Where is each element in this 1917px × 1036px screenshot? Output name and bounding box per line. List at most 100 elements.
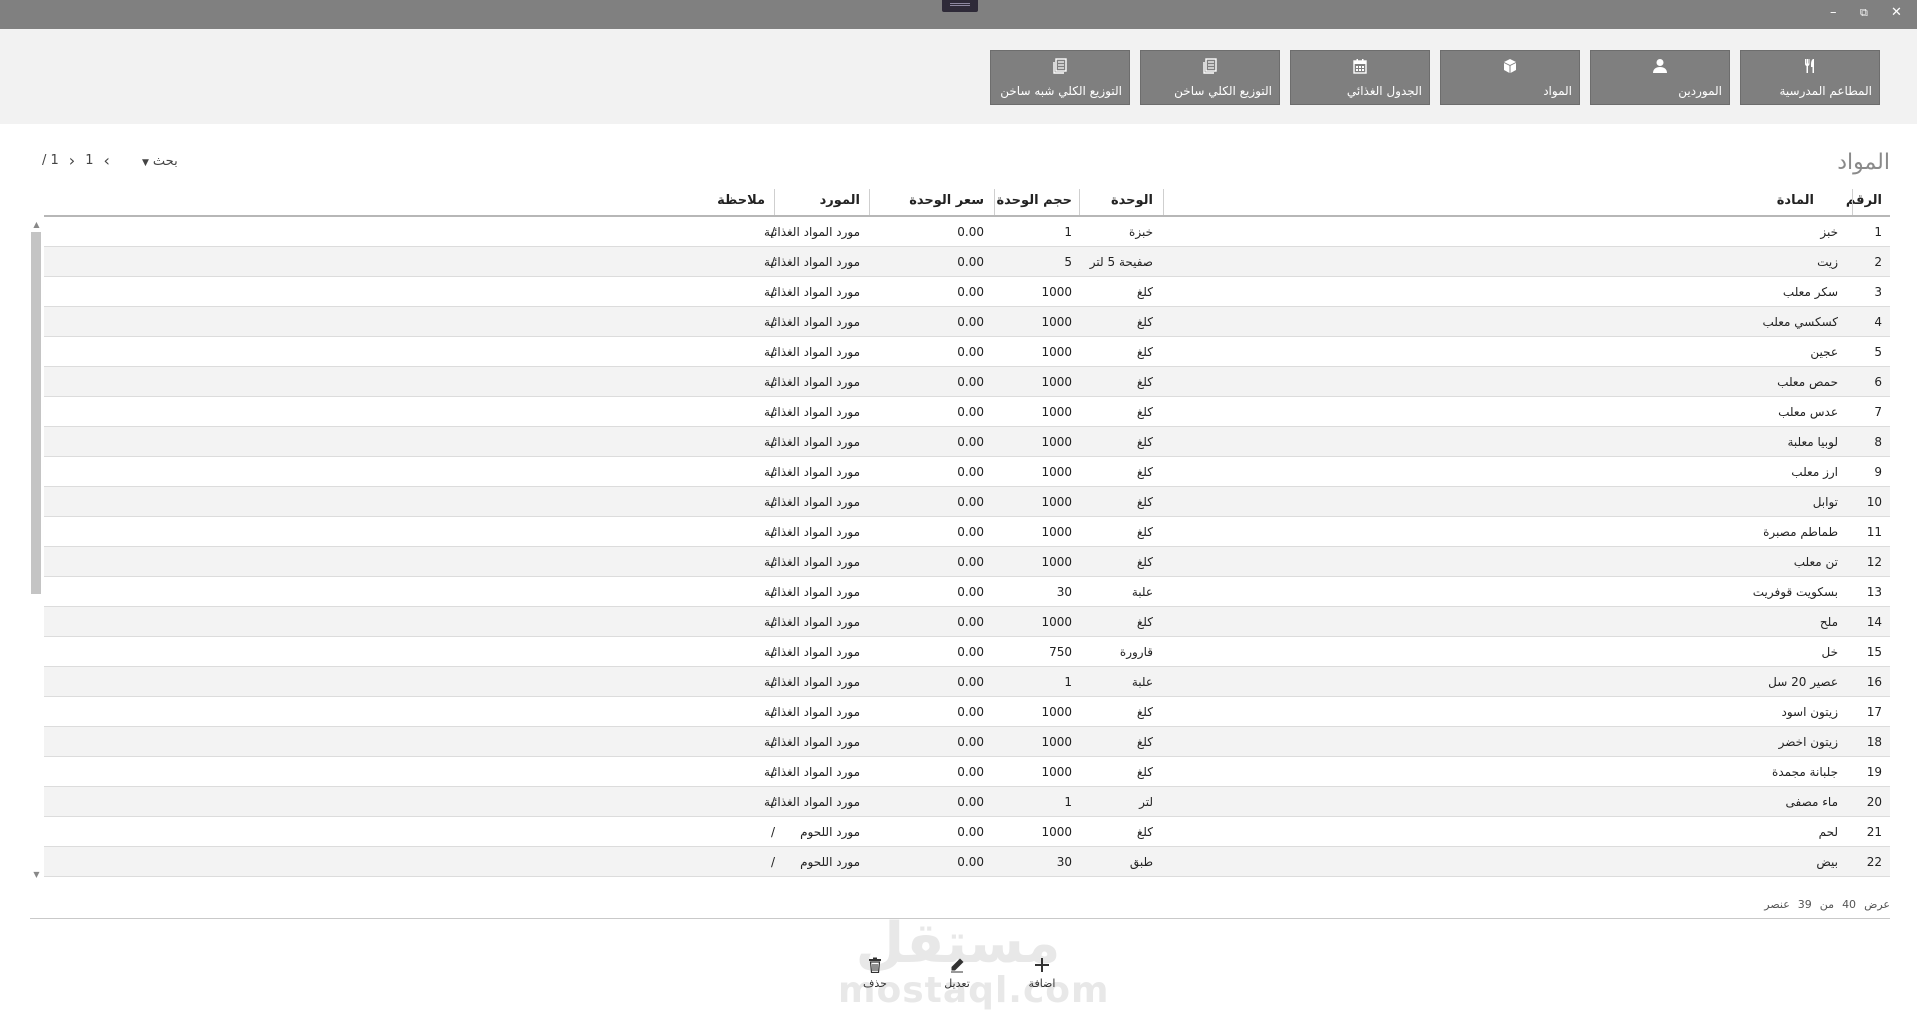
table-row[interactable]: 20 ماء مصفى لتر 1 0.00 مورد المواد الغذائية / [44, 787, 1890, 817]
box-icon [1441, 58, 1579, 76]
cell-unit-size: 1000 [1041, 375, 1072, 389]
table-row[interactable]: 2 زيت صفيحة 5 لتر 5 0.00 مورد المواد الغذائية… [44, 247, 1890, 277]
cell-unit-size: 1000 [1041, 465, 1072, 479]
edit-button[interactable]: تعديل [927, 957, 987, 990]
column-divider[interactable] [1163, 189, 1164, 215]
cell-unit-price: 0.00 [957, 645, 984, 659]
materials-button[interactable]: المواد [1440, 50, 1580, 105]
cell-unit: كلغ [1136, 525, 1153, 539]
cell-supplier: مورد المواد الغذائية [763, 525, 860, 539]
prev-page-icon[interactable]: ‹ [103, 152, 109, 168]
table-row[interactable]: 15 خل قارورة 750 0.00 مورد المواد الغذائية / [44, 637, 1890, 667]
cell-unit-price: 0.00 [957, 765, 984, 779]
cell-unit-price: 0.00 [957, 855, 984, 869]
cell-supplier: مورد المواد الغذائية [763, 555, 860, 569]
table-row[interactable]: 1 خبز خبزة 1 0.00 مورد المواد الغذائية / [44, 217, 1890, 247]
suppliers-button[interactable]: الموردين [1590, 50, 1730, 105]
table-row[interactable]: 12 تن معلب كلغ 1000 0.00 مورد المواد الغذائية… [44, 547, 1890, 577]
restore-button[interactable]: ⧉ [1860, 5, 1868, 21]
table-row[interactable]: 18 زيتون اخضر كلغ 1000 0.00 مورد المواد الغذا… [44, 727, 1890, 757]
table-row[interactable]: 21 لحم كلغ 1000 0.00 مورد اللحوم / [44, 817, 1890, 847]
column-divider[interactable] [869, 189, 870, 215]
table-row[interactable]: 17 زيتون اسود كلغ 1000 0.00 مورد المواد الغذا… [44, 697, 1890, 727]
cell-note: / [770, 375, 775, 389]
cell-material: عجين [1810, 345, 1838, 359]
cell-material: لوبيا معلبة [1787, 435, 1838, 449]
toolbar-button-label: التوزيع الكلي شبه ساخن [1000, 84, 1122, 98]
cell-material: توابل [1812, 495, 1838, 509]
drag-handle[interactable] [942, 0, 978, 12]
add-label: اضافة [1028, 977, 1056, 990]
cell-number: 21 [1866, 825, 1882, 839]
cell-note: / [770, 855, 775, 869]
cell-unit: كلغ [1136, 495, 1153, 509]
table-row[interactable]: 7 عدس معلب كلغ 1000 0.00 مورد المواد الغذائية… [44, 397, 1890, 427]
food-schedule-button[interactable]: الجدول الغذائي [1290, 50, 1430, 105]
table-row[interactable]: 14 ملح كلغ 1000 0.00 مورد المواد الغذائية / [44, 607, 1890, 637]
window-title-bar: – ⧉ ✕ [0, 0, 1917, 29]
table-row[interactable]: 13 بسكويت قوفريت علبة 30 0.00 مورد المواد الغ… [44, 577, 1890, 607]
cell-material: زيت [1817, 255, 1838, 269]
table-row[interactable]: 6 حمص معلب كلغ 1000 0.00 مورد المواد الغذائية… [44, 367, 1890, 397]
table-row[interactable]: 11 طماطم مصبرة كلغ 1000 0.00 مورد المواد الغذ… [44, 517, 1890, 547]
cell-supplier: مورد المواد الغذائية [763, 285, 860, 299]
trash-icon [845, 957, 905, 975]
semi-hot-distribution-button[interactable]: التوزيع الكلي شبه ساخن [990, 50, 1130, 105]
cell-material: خل [1821, 645, 1838, 659]
cell-unit: كلغ [1136, 405, 1153, 419]
close-button[interactable]: ✕ [1891, 5, 1902, 21]
column-divider[interactable] [1852, 189, 1853, 215]
table-row[interactable]: 9 ارز معلب كلغ 1000 0.00 مورد المواد الغذائية… [44, 457, 1890, 487]
table-row[interactable]: 8 لوبيا معلبة كلغ 1000 0.00 مورد المواد الغذا… [44, 427, 1890, 457]
cell-note: / [770, 435, 775, 449]
cell-number: 1 [1874, 225, 1882, 239]
column-divider[interactable] [1079, 189, 1080, 215]
cell-note: / [770, 825, 775, 839]
column-divider[interactable] [774, 189, 775, 215]
column-header-unit-price[interactable]: سعر الوحدة [909, 193, 984, 208]
of-label: من [1819, 898, 1835, 911]
edit-label: تعديل [944, 977, 970, 990]
vertical-scrollbar[interactable]: ▲ ▼ [31, 220, 42, 880]
table-row[interactable]: 16 عصير 20 سل علبة 1 0.00 مورد المواد الغذائي… [44, 667, 1890, 697]
materials-table: الرقم المادة الوحدة حجم الوحدة سعر الوحد… [44, 185, 1890, 886]
search-dropdown[interactable]: ▼ بحث [142, 154, 178, 169]
column-header-material[interactable]: المادة [1777, 193, 1814, 208]
scrollbar-thumb[interactable] [31, 232, 41, 594]
column-header-unit-size[interactable]: حجم الوحدة [997, 193, 1073, 208]
table-row[interactable]: 3 سكر معلب كلغ 1000 0.00 مورد المواد الغذائية… [44, 277, 1890, 307]
cell-material: زيتون اسود [1781, 705, 1838, 719]
scroll-down-icon[interactable]: ▼ [31, 870, 42, 879]
table-row[interactable]: 22 بيض طبق 30 0.00 مورد اللحوم / [44, 847, 1890, 877]
cell-supplier: مورد المواد الغذائية [763, 345, 860, 359]
cell-material: جلبانة مجمدة [1772, 765, 1838, 779]
column-divider[interactable] [994, 189, 995, 215]
hot-distribution-button[interactable]: التوزيع الكلي ساخن [1140, 50, 1280, 105]
cell-number: 22 [1866, 855, 1882, 869]
table-row[interactable]: 19 جلبانة مجمدة كلغ 1000 0.00 مورد المواد الغ… [44, 757, 1890, 787]
cell-material: زيتون اخضر [1778, 735, 1838, 749]
cell-supplier: مورد المواد الغذائية [763, 435, 860, 449]
cell-unit-size: 1000 [1041, 495, 1072, 509]
cell-unit-size: 1 [1064, 225, 1072, 239]
table-row[interactable]: 10 توابل كلغ 1000 0.00 مورد المواد الغذائية / [44, 487, 1890, 517]
cell-material: سكر معلب [1782, 285, 1838, 299]
cell-unit: قارورة [1119, 645, 1153, 659]
table-row[interactable]: 4 كسكسي معلب كلغ 1000 0.00 مورد المواد الغذائ… [44, 307, 1890, 337]
school-canteens-button[interactable]: المطاعم المدرسية [1740, 50, 1880, 105]
next-page-icon[interactable]: › [69, 152, 75, 168]
delete-button[interactable]: حذف [845, 957, 905, 990]
cell-number: 20 [1866, 795, 1882, 809]
cell-number: 16 [1866, 675, 1882, 689]
minimize-button[interactable]: – [1830, 5, 1837, 21]
add-button[interactable]: اضافة [1012, 957, 1072, 990]
column-header-supplier[interactable]: المورد [820, 193, 860, 208]
scroll-up-icon[interactable]: ▲ [31, 220, 42, 229]
cell-supplier: مورد المواد الغذائية [763, 315, 860, 329]
cell-material: ماء مصفى [1785, 795, 1838, 809]
table-row[interactable]: 5 عجين كلغ 1000 0.00 مورد المواد الغذائية / [44, 337, 1890, 367]
column-header-unit[interactable]: الوحدة [1111, 193, 1153, 208]
column-header-note[interactable]: ملاحظة [717, 193, 765, 208]
cell-supplier: مورد المواد الغذائية [763, 585, 860, 599]
page-title: المواد [1837, 150, 1890, 175]
